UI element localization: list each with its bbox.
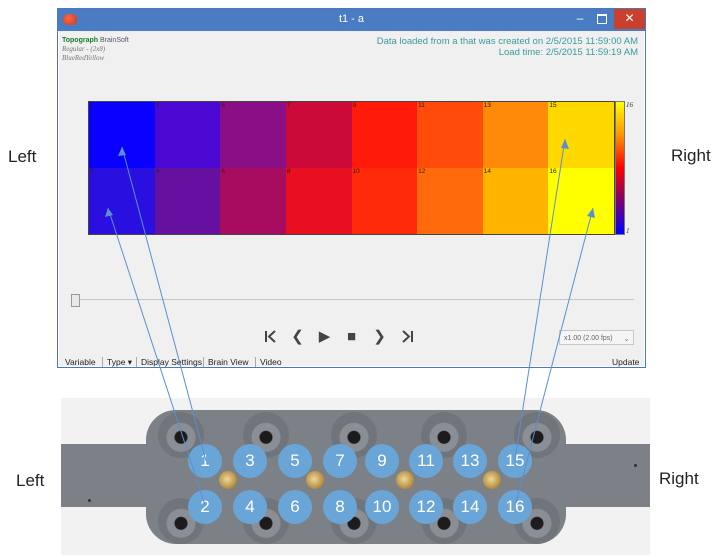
mapping-lines: [105, 138, 595, 506]
mapping-line: [121, 146, 207, 462]
mapping-line: [107, 207, 206, 506]
mapping-line: [515, 207, 594, 504]
arrowhead: [587, 208, 595, 218]
arrowhead: [105, 208, 113, 217]
arrowhead: [118, 147, 126, 156]
arrowhead: [561, 139, 569, 149]
